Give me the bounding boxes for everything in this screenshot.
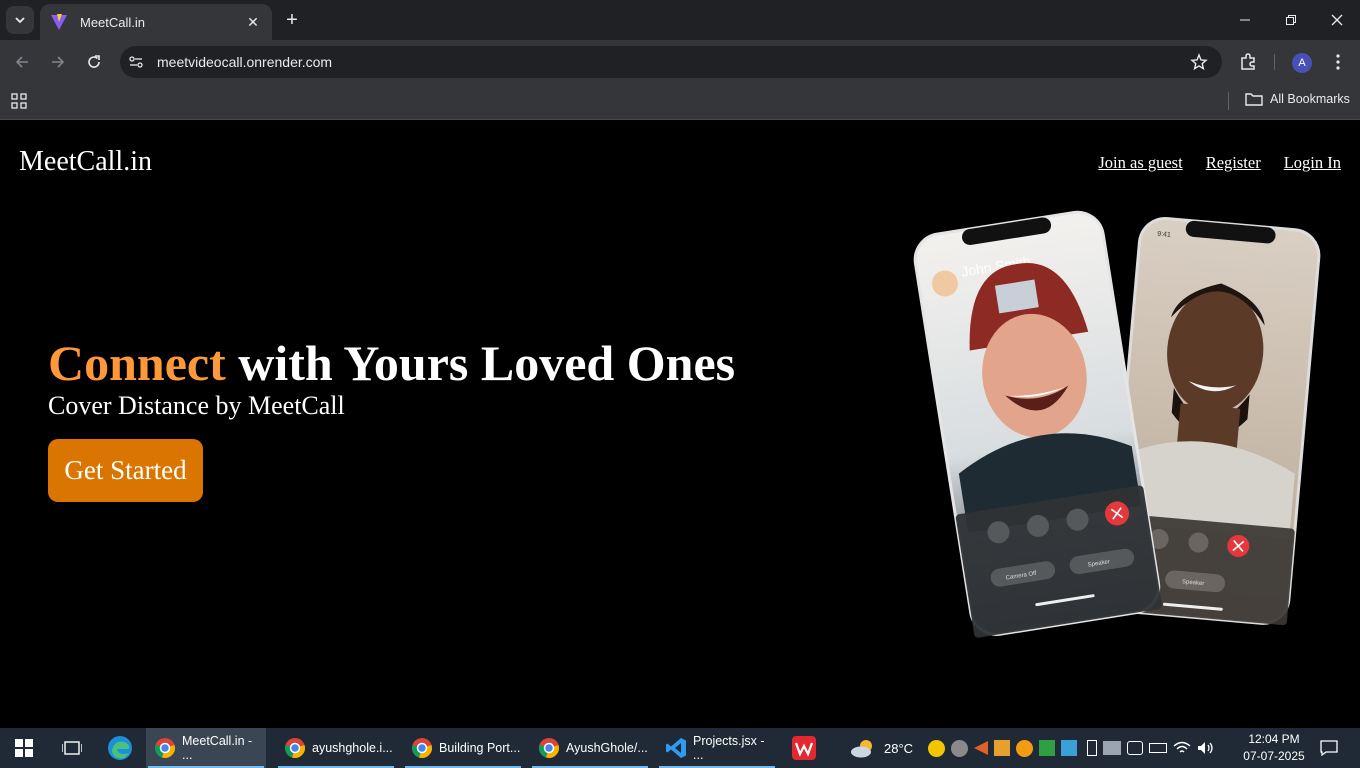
arrow-left-icon [15,56,28,68]
chrome-icon [285,738,305,758]
hero-heading-rest: with Yours Loved Ones [225,335,736,391]
arrow-right-icon [52,56,65,68]
star-icon[interactable] [1190,53,1208,71]
minimize-button[interactable] [1222,0,1268,40]
close-icon [1331,14,1343,26]
vscode-icon [666,738,686,758]
task-view-icon [62,741,82,755]
phone-left: John Smith connecting... Camera Off Spea… [913,210,1162,638]
video-call-phones-illustration: 9:41 Speaker John Smith connecting... [913,210,1321,638]
notification-icon [1320,740,1338,756]
all-bookmarks-button[interactable]: All Bookmarks [1245,92,1350,106]
taskbar-app-label: MeetCall.in - ... [182,734,253,762]
taskbar-app-vscode[interactable]: Projects.jsx - ... [657,728,777,768]
partly-cloudy-icon [851,740,872,758]
windows-logo-icon [15,739,33,757]
more-vertical-icon [1336,54,1340,70]
tab-title: MeetCall.in [80,14,146,30]
volume-icon[interactable] [1197,741,1215,755]
phone-right-time: 9:41 [1157,231,1171,239]
browser-toolbar: meetvideocall.onrender.com [0,40,1360,84]
battery-icon[interactable] [1149,743,1167,753]
reload-icon [88,55,100,68]
url-text: meetvideocall.onrender.com [157,54,333,70]
login-link[interactable]: Login In [1284,153,1341,173]
meet-now-icon[interactable] [1127,741,1143,755]
new-tab-button[interactable]: + [280,8,304,32]
site-logo[interactable]: MeetCall.in [19,146,152,178]
tray-app-icon[interactable] [928,739,945,757]
chrome-menu-button[interactable] [1324,48,1352,76]
restore-button[interactable] [1268,0,1314,40]
get-started-button[interactable]: Get Started [48,439,203,502]
site-info-icon[interactable] [122,48,150,76]
display-icon[interactable] [1103,741,1121,755]
edge-button[interactable] [96,728,144,768]
toolbar-divider [1274,54,1275,70]
taskbar-app-meetcall[interactable]: MeetCall.in - ... [146,728,266,768]
clock-date: 07-07-2025 [1243,749,1305,763]
folder-icon [1245,93,1263,106]
restore-icon [1286,15,1296,25]
weather-temp: 28°C [884,740,914,756]
extensions-button[interactable] [1234,48,1262,76]
tray-charts-icon[interactable] [994,740,1010,756]
profile-avatar[interactable]: A [1292,53,1312,73]
start-button[interactable] [0,728,48,768]
back-button[interactable] [8,48,36,76]
site-nav: Join as guest Register Login In [1098,153,1341,173]
forward-button[interactable] [44,48,72,76]
reload-button[interactable] [80,48,108,76]
tab-search-button[interactable] [6,6,34,34]
wps-office-icon [792,736,816,760]
tray-s-icon[interactable] [951,739,968,757]
chrome-icon [155,738,175,758]
bookmarks-divider [1228,92,1229,110]
join-as-guest-link[interactable]: Join as guest [1098,153,1182,173]
taskbar-app-label: AyushGhole/... [566,741,648,755]
taskbar-app-building-portfolio[interactable]: Building Port... [403,728,523,768]
taskbar-app-label: Projects.jsx - ... [693,734,765,762]
tray-share-icon[interactable] [974,741,988,755]
puzzle-icon [1241,53,1255,70]
tray-vlc-icon[interactable] [1016,739,1033,757]
taskbar-app-github[interactable]: AyushGhole/... [530,728,650,768]
usb-icon[interactable] [1087,740,1097,756]
hero-subtitle: Cover Distance by MeetCall [48,391,345,420]
edge-icon [108,736,132,760]
taskbar-app-ayushghole[interactable]: ayushghole.i... [276,728,396,768]
taskbar-app-label: ayushghole.i... [312,741,393,755]
apps-grid-icon[interactable] [11,93,27,109]
tab-strip: MeetCall.in ✕ + [0,0,1360,40]
taskbar: MeetCall.in - ... ayushghole.i... Buildi… [0,728,1360,768]
tray-shield-icon[interactable] [1039,740,1055,756]
close-window-button[interactable] [1314,0,1360,40]
chevron-down-icon [15,17,25,24]
task-view-button[interactable] [48,728,96,768]
bookmarks-bar: All Bookmarks [0,84,1360,120]
address-bar[interactable]: meetvideocall.onrender.com [120,46,1222,78]
chrome-icon [412,738,432,758]
all-bookmarks-label: All Bookmarks [1270,92,1350,106]
tray-grid-icon[interactable] [1061,740,1077,756]
hero-heading: Connect with Yours Loved Ones [48,334,735,392]
clock-time: 12:04 PM [1248,732,1300,746]
hero-heading-accent: Connect [48,335,226,391]
browser-tab[interactable]: MeetCall.in ✕ [40,4,272,40]
wifi-icon[interactable] [1173,741,1191,755]
system-tray-icons [928,728,1215,768]
tab-close-icon[interactable]: ✕ [244,13,262,31]
register-link[interactable]: Register [1206,153,1261,173]
weather-widget[interactable]: 28°C [850,728,913,768]
wps-office-button[interactable] [786,728,822,768]
vite-favicon-icon [51,14,67,30]
clock[interactable]: 12:04 PM 07-07-2025 [1238,731,1310,765]
web-page: MeetCall.in Join as guest Register Login… [0,121,1360,728]
taskbar-app-label: Building Port... [439,741,521,755]
notifications-button[interactable] [1314,728,1344,768]
minimize-icon [1240,19,1250,21]
chrome-icon [539,738,559,758]
